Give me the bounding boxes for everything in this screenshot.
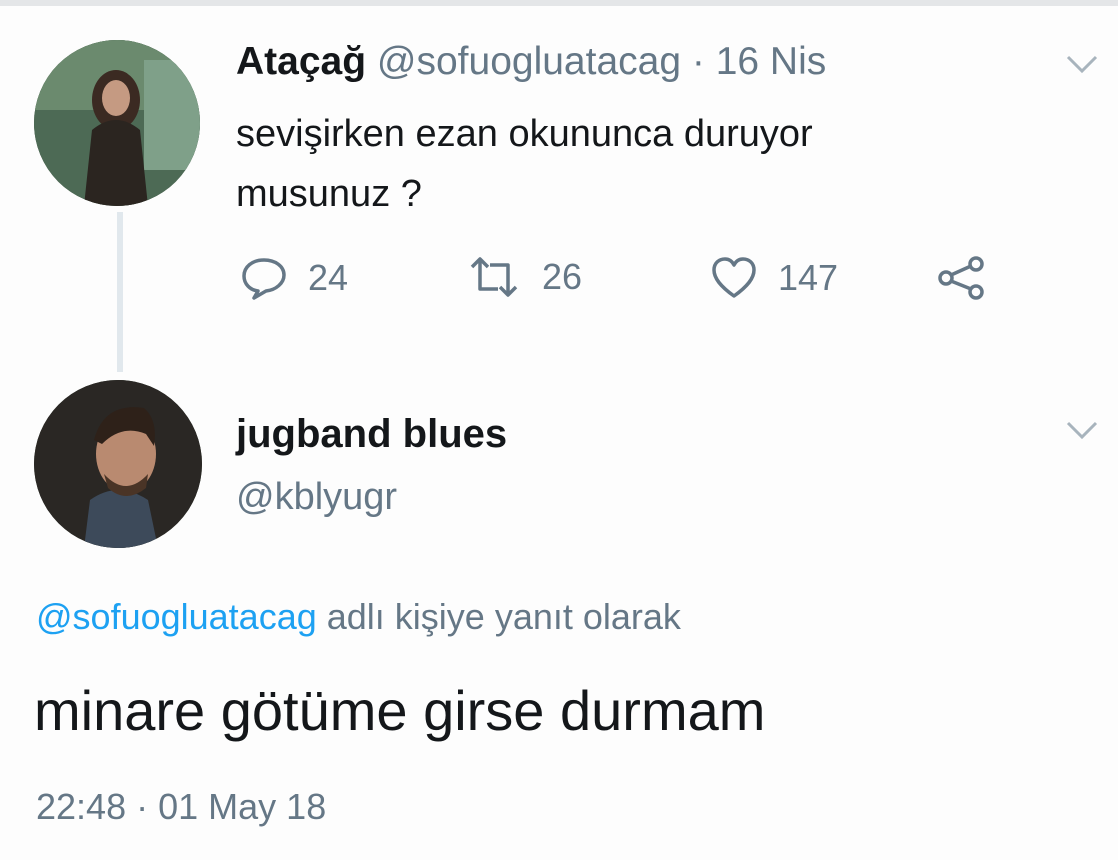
share-button[interactable] xyxy=(936,256,1008,300)
header-separator: · xyxy=(691,40,705,83)
reply-button[interactable]: 24 xyxy=(240,256,348,300)
replying-to: @sofuogluatacag adlı kişiye yanıt olarak xyxy=(36,596,681,638)
tweet-actions: 24 26 147 xyxy=(240,256,1000,306)
avatar-jugband[interactable] xyxy=(34,380,202,548)
reply-icon xyxy=(242,258,286,300)
replying-to-suffix: adlı kişiye yanıt olarak xyxy=(326,596,681,637)
avatar-atacag[interactable] xyxy=(34,40,200,206)
tweet-text-line: sevişirken ezan okununca duruyor xyxy=(236,113,813,155)
tweet-text: sevişirken ezan okununca duruyor musunuz… xyxy=(236,104,996,224)
reply-author-name[interactable]: jugband blues xyxy=(236,412,507,457)
like-icon xyxy=(712,257,756,298)
chevron-down-icon[interactable] xyxy=(1064,418,1100,442)
like-button[interactable]: 147 xyxy=(710,256,838,300)
reply-timestamp[interactable]: 22:48 · 01 May 18 xyxy=(36,786,326,828)
reply-date: 01 May 18 xyxy=(158,786,327,827)
like-count: 147 xyxy=(778,257,839,298)
tweet-text-line: musunuz ? xyxy=(236,173,422,215)
top-divider xyxy=(0,0,1118,6)
timestamp-separator: · xyxy=(136,786,149,827)
author-name[interactable]: Ataçağ xyxy=(236,40,366,83)
tweet-header: Ataçağ @sofuogluatacag · 16 Nis xyxy=(236,40,826,84)
retweet-count: 26 xyxy=(542,256,583,297)
reply-time: 22:48 xyxy=(36,786,127,827)
thread-connector xyxy=(117,212,123,372)
reply-author-handle[interactable]: @kblyugr xyxy=(236,476,397,519)
reply-text: minare götüme girse durmam xyxy=(34,679,766,742)
replying-to-handle-link[interactable]: @sofuogluatacag xyxy=(36,596,317,637)
tweet-date[interactable]: 16 Nis xyxy=(716,40,827,83)
retweet-button[interactable]: 26 xyxy=(466,256,582,298)
author-handle[interactable]: @sofuogluatacag xyxy=(377,40,681,83)
chevron-down-icon[interactable] xyxy=(1064,52,1100,76)
retweet-icon xyxy=(470,257,518,297)
share-icon xyxy=(938,256,984,300)
reply-count: 24 xyxy=(308,257,349,298)
